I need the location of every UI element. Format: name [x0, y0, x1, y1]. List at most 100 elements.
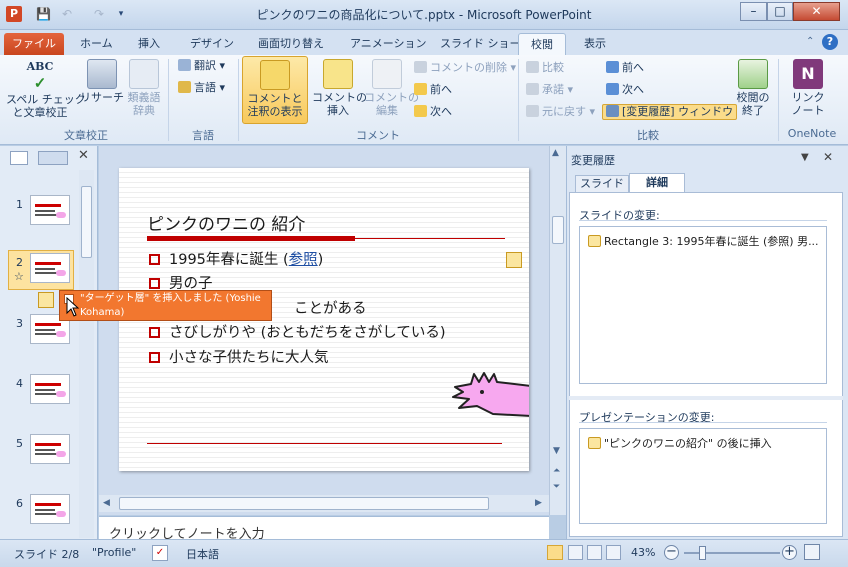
scroll-left-icon[interactable]: ◀	[103, 498, 110, 508]
bullet-item[interactable]: 小さな子供たちに大人気	[149, 346, 329, 367]
tab-details[interactable]: 詳細	[629, 173, 685, 193]
tab-view[interactable]: 表示	[574, 33, 616, 55]
ribbon: ABC ✓ スペル チェック と文章校正 リサーチ 類義語 辞典 文章校正 翻訳 …	[0, 55, 848, 145]
slides-scrollbar[interactable]	[79, 170, 94, 538]
bullet-item[interactable]: さびしがりや (おともだちをさがしている)	[149, 321, 446, 342]
zoom-in-icon[interactable]: +	[782, 545, 797, 560]
collapse-ribbon-icon[interactable]: ⌃	[806, 36, 814, 47]
previous-comment-button[interactable]: 前へ	[414, 83, 452, 97]
slides-tab-icon[interactable]	[10, 151, 28, 165]
tab-file[interactable]: ファイル	[4, 33, 64, 55]
list-item[interactable]: "ピンクのワニの紹介" の後に挿入	[588, 435, 772, 451]
delete-comment-button[interactable]: コメントの削除 ▾	[414, 61, 516, 75]
help-icon[interactable]: ?	[822, 34, 838, 50]
language-button[interactable]: 言語 ▾	[178, 81, 225, 95]
zoom-level[interactable]: 43%	[631, 546, 655, 559]
show-markup-button[interactable]: コメントと 注釈の表示	[242, 56, 308, 124]
proofing-status-icon[interactable]: ✓	[152, 545, 168, 561]
linked-notes-button[interactable]: N リンク ノート	[786, 59, 830, 117]
tab-insert[interactable]: 挿入	[128, 33, 170, 55]
bullet-icon	[149, 254, 160, 265]
next-comment-button[interactable]: 次へ	[414, 105, 452, 119]
language-icon	[178, 81, 191, 93]
reject-button[interactable]: 元に戻す ▾	[526, 105, 595, 119]
slide-thumbnail[interactable]	[30, 434, 70, 464]
close-pane-icon[interactable]: ✕	[823, 150, 833, 164]
fit-to-window-icon[interactable]	[804, 544, 820, 560]
compare-button[interactable]: 比較	[526, 61, 564, 75]
edit-comment-button[interactable]: コメントの 編集	[364, 59, 419, 117]
revision-icon	[588, 437, 601, 449]
minimize-button[interactable]: –	[740, 2, 767, 21]
notes-pane[interactable]: クリックしてノートを入力	[99, 516, 549, 539]
thesaurus-button[interactable]: 類義語 辞典	[124, 59, 164, 117]
reference-link[interactable]: 参照	[289, 252, 318, 268]
splitter[interactable]	[569, 396, 843, 400]
revision-marker-icon[interactable]	[506, 252, 522, 268]
scrollbar-thumb[interactable]	[552, 216, 564, 244]
slideshow-view-icon[interactable]	[606, 545, 621, 560]
tab-design[interactable]: デザイン	[180, 33, 244, 55]
previous-comment-icon	[414, 83, 427, 95]
scroll-right-icon[interactable]: ▶	[535, 498, 542, 508]
mouse-cursor-icon	[66, 297, 80, 317]
thesaurus-icon	[129, 59, 159, 89]
slide-number: 6	[16, 497, 23, 510]
slide-thumbnail[interactable]	[30, 494, 70, 524]
compare-icon	[526, 61, 539, 73]
pane-options-icon[interactable]: ▼	[801, 152, 809, 163]
slide-indicator: スライド 2/8	[14, 548, 80, 561]
revision-marker-icon[interactable]	[38, 292, 54, 308]
slide-thumbnail-selected[interactable]	[30, 253, 70, 283]
reviewing-pane-button[interactable]: [変更履歴] ウィンドウ	[602, 104, 738, 120]
tab-review[interactable]: 校閲	[518, 33, 566, 55]
translate-button[interactable]: 翻訳 ▾	[178, 59, 225, 73]
title-underline	[147, 236, 355, 241]
slide-title[interactable]: ピンクのワニの 紹介	[147, 210, 305, 235]
previous-change-button[interactable]: 前へ	[606, 61, 644, 75]
tab-home[interactable]: ホーム	[70, 33, 123, 55]
theme-name[interactable]: "Profile"	[92, 546, 136, 559]
slide-thumbnail[interactable]	[30, 195, 70, 225]
tab-slideshow[interactable]: スライド ショー	[430, 33, 531, 55]
scroll-up-icon[interactable]: ▲	[552, 148, 559, 158]
end-review-button[interactable]: 校閲の 終了	[732, 59, 774, 117]
horizontal-scrollbar[interactable]: ◀ ▶	[99, 495, 549, 512]
reading-view-icon[interactable]	[587, 545, 602, 560]
presentation-changes-list[interactable]: "ピンクのワニの紹介" の後に挿入	[579, 428, 827, 524]
research-button[interactable]: リサーチ	[80, 59, 124, 104]
pink-crocodile-image[interactable]	[449, 370, 529, 426]
title-bar: P 💾 ↶ ↷ ▾ ピンクのワニの商品化について.pptx - Microsof…	[0, 0, 848, 30]
close-button[interactable]: ✕	[793, 2, 840, 21]
bullet-item[interactable]: ことがある	[294, 297, 367, 318]
accept-button[interactable]: 承諾 ▾	[526, 83, 573, 97]
outline-tab-icon[interactable]	[38, 151, 68, 165]
language-indicator[interactable]: 日本語	[186, 546, 219, 562]
maximize-button[interactable]: □	[767, 2, 793, 21]
spelling-button[interactable]: ABC ✓ スペル チェック と文章校正	[6, 59, 86, 119]
tab-animations[interactable]: アニメーション	[340, 33, 437, 55]
vertical-scrollbar[interactable]: ▲ ▼ ⏶ ⏷	[549, 146, 566, 515]
list-item[interactable]: Rectangle 3: 1995年春に誕生 (参照) 男...	[588, 233, 822, 249]
new-comment-button[interactable]: コメントの 挿入	[312, 59, 367, 117]
next-comment-icon	[414, 105, 427, 117]
close-pane-icon[interactable]: ✕	[78, 148, 89, 163]
tab-slide[interactable]: スライド	[575, 175, 629, 193]
new-comment-icon	[323, 59, 353, 89]
previous-slide-icon[interactable]: ⏶	[553, 466, 560, 476]
next-slide-icon[interactable]: ⏷	[553, 482, 560, 492]
scrollbar-thumb[interactable]	[119, 497, 489, 510]
slide-number: 5	[16, 437, 23, 450]
slide-changes-list[interactable]: Rectangle 3: 1995年春に誕生 (参照) 男...	[579, 226, 827, 384]
normal-view-icon[interactable]	[547, 545, 563, 560]
status-bar: スライド 2/8 "Profile" ✓ 日本語 43% − +	[0, 539, 848, 567]
scrollbar-thumb[interactable]	[81, 186, 92, 258]
slide-sorter-icon[interactable]	[568, 545, 583, 560]
tab-transitions[interactable]: 画面切り替え	[248, 33, 334, 55]
zoom-out-icon[interactable]: −	[664, 545, 679, 560]
bullet-item[interactable]: 1995年春に誕生 (参照)	[149, 248, 323, 269]
zoom-slider-thumb[interactable]	[698, 546, 706, 560]
next-change-button[interactable]: 次へ	[606, 83, 644, 97]
slide-thumbnail[interactable]	[30, 374, 70, 404]
scroll-down-icon[interactable]: ▼	[553, 446, 560, 456]
